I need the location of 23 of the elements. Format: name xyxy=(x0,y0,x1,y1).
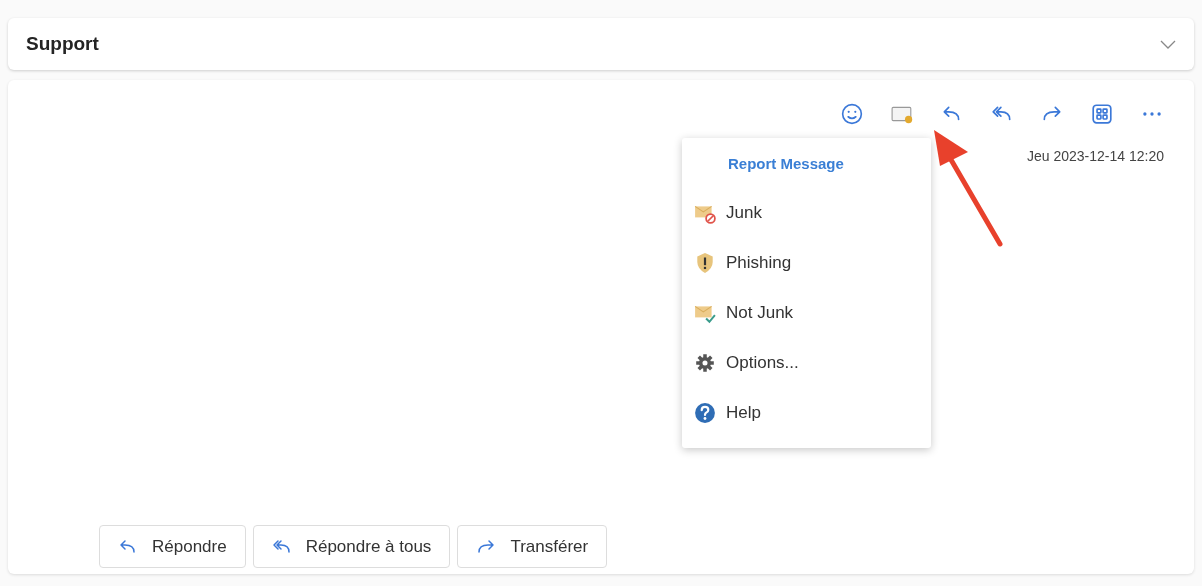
forward-button[interactable]: Transférer xyxy=(457,525,608,568)
menu-item[interactable]: Phishing xyxy=(682,237,931,288)
gear-icon xyxy=(694,351,716,374)
menu-item-label: Phishing xyxy=(726,251,792,274)
menu-item-label: Not Junk xyxy=(726,301,794,324)
reply-button[interactable]: Répondre xyxy=(99,525,246,568)
more-icon xyxy=(1143,112,1161,116)
menu-item-label: Options... xyxy=(726,351,799,374)
menu-title: Report Message xyxy=(727,154,844,174)
help-icon xyxy=(694,401,716,424)
menu-item[interactable]: Help xyxy=(682,387,931,438)
subject-title: Support xyxy=(26,31,99,56)
message-date: Jeu 2023-12-14 12:20 xyxy=(1027,147,1164,166)
chevron-down-icon[interactable] xyxy=(1160,39,1176,50)
menu-item[interactable]: Not Junk xyxy=(682,287,931,338)
menu-item[interactable]: Junk xyxy=(682,187,931,238)
reply-all-button[interactable]: Répondre à tous xyxy=(252,525,451,568)
menu-item-label: Junk xyxy=(726,201,762,224)
menu-item-label: Help xyxy=(726,401,761,424)
menu-item[interactable]: Options... xyxy=(682,337,931,388)
shield-alert-icon xyxy=(694,251,716,274)
smiley-icon xyxy=(841,103,863,125)
grid-icon xyxy=(1091,103,1113,125)
